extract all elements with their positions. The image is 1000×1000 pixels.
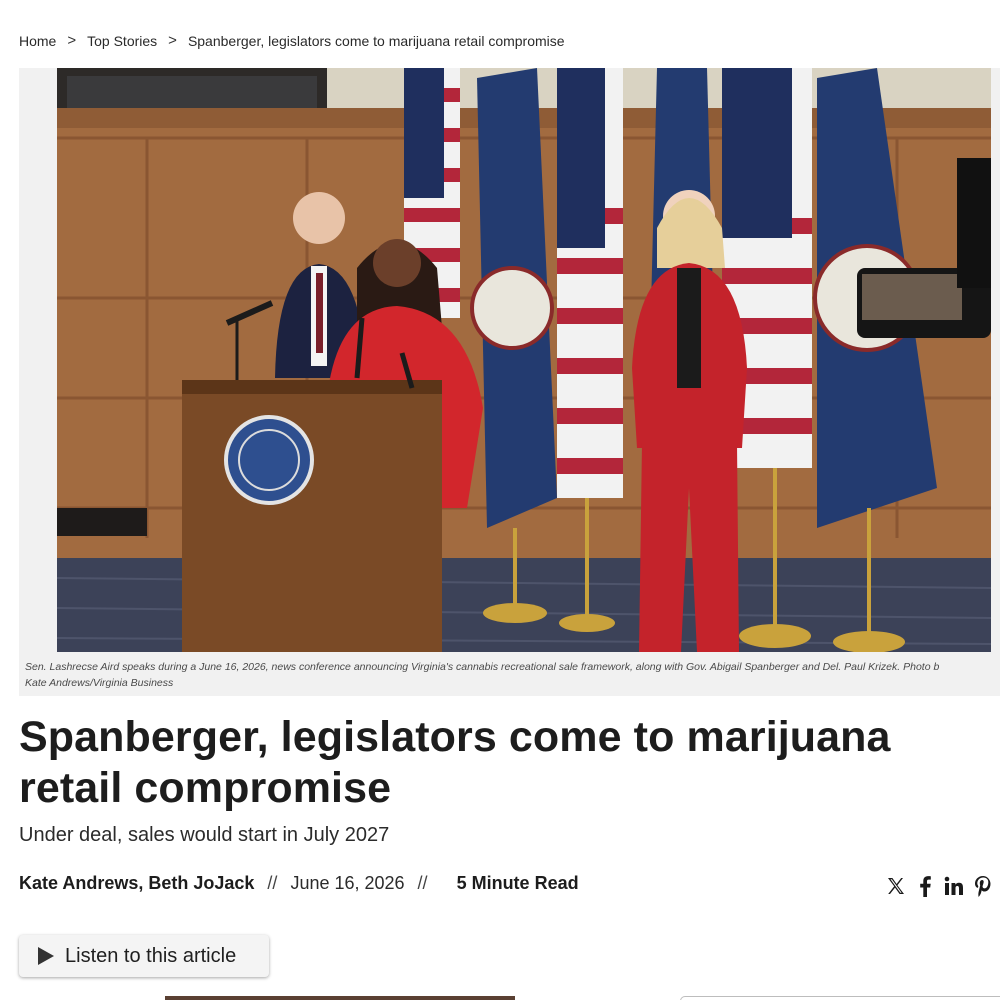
breadcrumb-separator: > [168, 32, 177, 49]
breadcrumb-current-page: Spanberger, legislators come to marijuan… [187, 32, 565, 49]
breadcrumb-home-link[interactable]: Home [19, 33, 56, 49]
photo-caption: Sen. Lashrecse Aird speaks during a June… [25, 659, 995, 691]
article-byline: Kate Andrews, Beth JoJack // June 16, 20… [19, 873, 579, 894]
article-figure: Sen. Lashrecse Aird speaks during a June… [19, 68, 1000, 696]
byline-separator: // [267, 873, 278, 893]
breadcrumb: Home > Top Stories > Spanberger, legisla… [19, 32, 565, 49]
article-date: June 16, 2026 [290, 873, 405, 893]
listen-button-label: Listen to this article [65, 944, 237, 967]
partial-image-below [165, 996, 515, 1000]
share-bar [884, 874, 1000, 898]
photo-caption-line: Sen. Lashrecse Aird speaks during a June… [25, 661, 940, 673]
read-time: 5 Minute Read [456, 873, 579, 893]
x-icon[interactable] [884, 874, 908, 898]
article-authors[interactable]: Kate Andrews, Beth JoJack [19, 873, 254, 894]
listen-to-article-button[interactable]: Listen to this article [19, 935, 269, 977]
article-subheadline: Under deal, sales would start in July 20… [19, 824, 390, 846]
facebook-icon[interactable] [913, 874, 937, 898]
linkedin-icon[interactable] [942, 874, 966, 898]
breadcrumb-separator: > [67, 32, 77, 49]
photo-credit: Kate Andrews/Virginia Business [25, 677, 174, 689]
breadcrumb-top-stories-link[interactable]: Top Stories [87, 33, 157, 49]
article-page: Home > Top Stories > Spanberger, legisla… [0, 0, 1000, 1000]
news-conference-photo [57, 68, 991, 652]
article-headline: Spanberger, legislators come to marijuan… [19, 713, 891, 812]
partial-panel-below [680, 996, 1000, 1000]
play-icon [38, 947, 54, 965]
pinterest-icon[interactable] [971, 874, 995, 898]
byline-separator: // [417, 873, 428, 893]
